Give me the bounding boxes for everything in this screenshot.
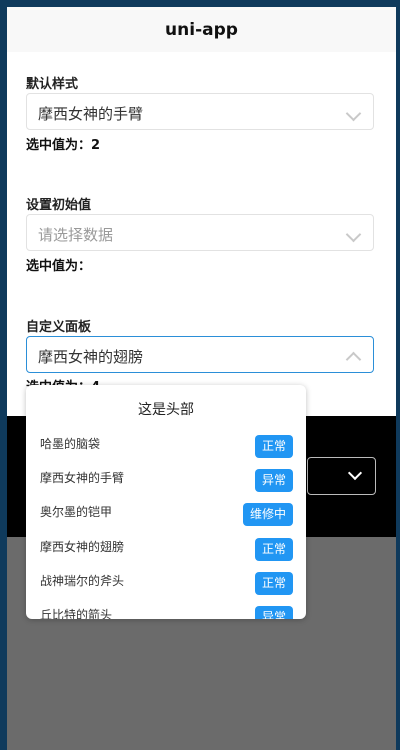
list-item[interactable]: 哈墨的脑袋 正常	[26, 431, 306, 465]
app-frame: uni-app 默认样式 摩西女神的手臂 选中值为：2 设置初始值 请选择数据 …	[7, 7, 396, 750]
selected-value-initial: 选中值为：	[26, 259, 92, 274]
status-badge: 异常	[254, 606, 293, 619]
status-badge: 正常	[254, 435, 293, 458]
item-name: 战神瑞尔的斧头	[40, 574, 125, 588]
list-item[interactable]: 摩西女神的翅膀 正常	[26, 534, 306, 568]
dropdown-panel: 这是头部 哈墨的脑袋 正常 摩西女神的手臂 异常 奥尔墨的铠甲 维修中 摩西女神…	[26, 385, 306, 619]
section-label-default: 默认样式	[26, 77, 79, 92]
select-initial[interactable]: 请选择数据	[26, 214, 374, 251]
panel-header: 这是头部	[138, 402, 194, 418]
page-title: uni-app	[165, 19, 238, 40]
chevron-down-icon	[347, 465, 363, 481]
select-default[interactable]: 摩西女神的手臂	[26, 93, 374, 130]
list-item[interactable]: 战神瑞尔的斧头 正常	[26, 568, 306, 602]
item-name: 摩西女神的翅膀	[40, 540, 125, 554]
selected-value-default: 选中值为：2	[26, 138, 101, 153]
status-badge: 异常	[254, 469, 293, 492]
section-label-initial: 设置初始值	[26, 198, 92, 213]
status-badge: 正常	[254, 572, 293, 595]
select-initial-placeholder: 请选择数据	[38, 226, 114, 244]
list-item[interactable]: 奥尔墨的铠甲 维修中	[26, 499, 306, 533]
select-default-text: 摩西女神的手臂	[38, 105, 144, 123]
select-custom[interactable]: 摩西女神的翅膀	[26, 336, 374, 373]
select-custom-text: 摩西女神的翅膀	[38, 348, 144, 366]
status-badge: 正常	[254, 538, 293, 561]
overlay-select-outline	[307, 457, 376, 495]
item-name: 丘比特的箭头	[40, 608, 113, 619]
list-item[interactable]: 摩西女神的手臂 异常	[26, 465, 306, 499]
chevron-down-icon	[345, 105, 362, 122]
item-name: 哈墨的脑袋	[40, 437, 101, 451]
item-name: 摩西女神的手臂	[40, 471, 125, 485]
chevron-down-icon	[345, 226, 362, 243]
navbar: uni-app	[7, 7, 396, 52]
status-badge: 维修中	[242, 503, 293, 526]
item-name: 奥尔墨的铠甲	[40, 505, 113, 519]
chevron-up-icon	[345, 351, 362, 368]
section-label-custom: 自定义面板	[26, 320, 92, 335]
list-item[interactable]: 丘比特的箭头 异常	[26, 602, 306, 619]
